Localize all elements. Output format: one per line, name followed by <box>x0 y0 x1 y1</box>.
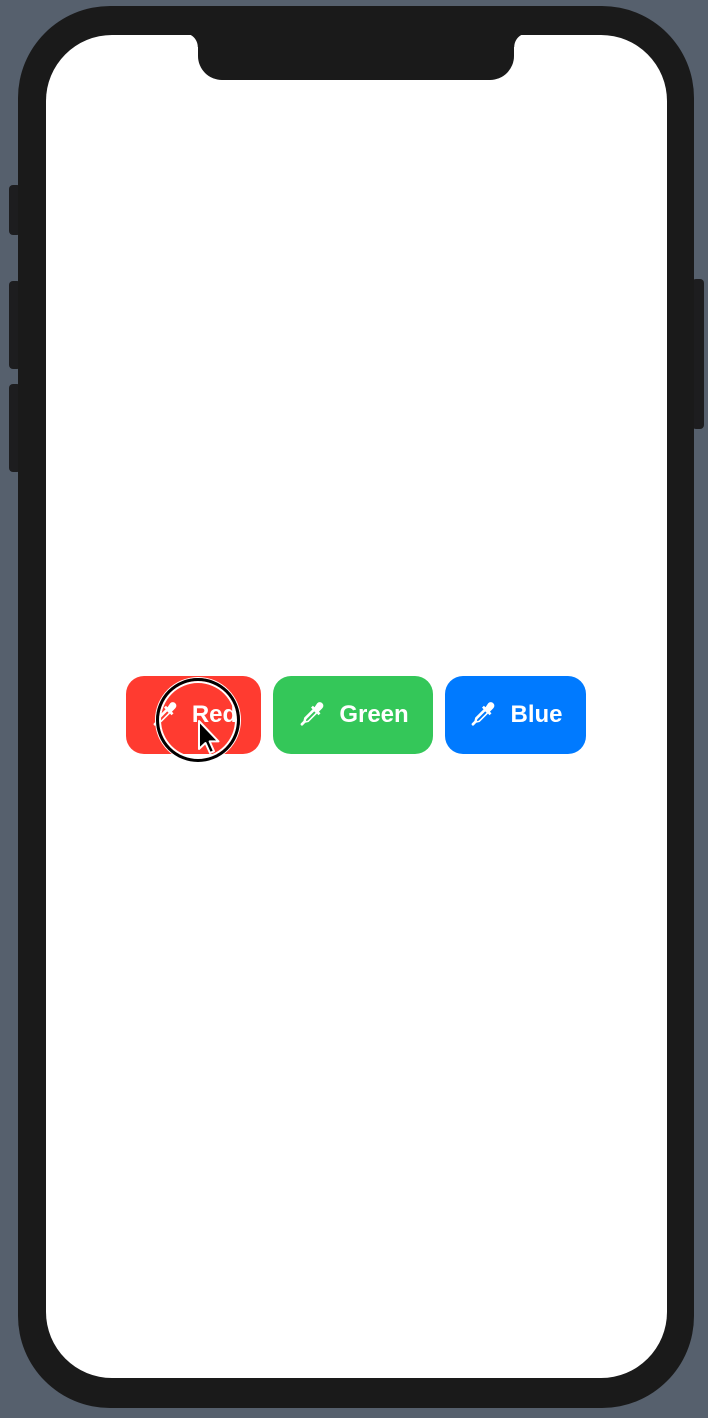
blue-button-label: Blue <box>510 701 563 728</box>
red-button[interactable]: Red <box>126 676 261 754</box>
eyedropper-icon <box>150 700 180 730</box>
eyedropper-icon <box>297 700 327 730</box>
green-button-label: Green <box>339 701 409 728</box>
green-button[interactable]: Green <box>273 676 433 754</box>
red-button-label: Red <box>191 701 238 728</box>
device-frame: Red Green Blue <box>18 6 694 1408</box>
screen: Red Green Blue <box>46 35 667 1378</box>
notch <box>184 35 528 80</box>
blue-button[interactable]: Blue <box>445 676 586 754</box>
eyedropper-icon <box>468 700 498 730</box>
